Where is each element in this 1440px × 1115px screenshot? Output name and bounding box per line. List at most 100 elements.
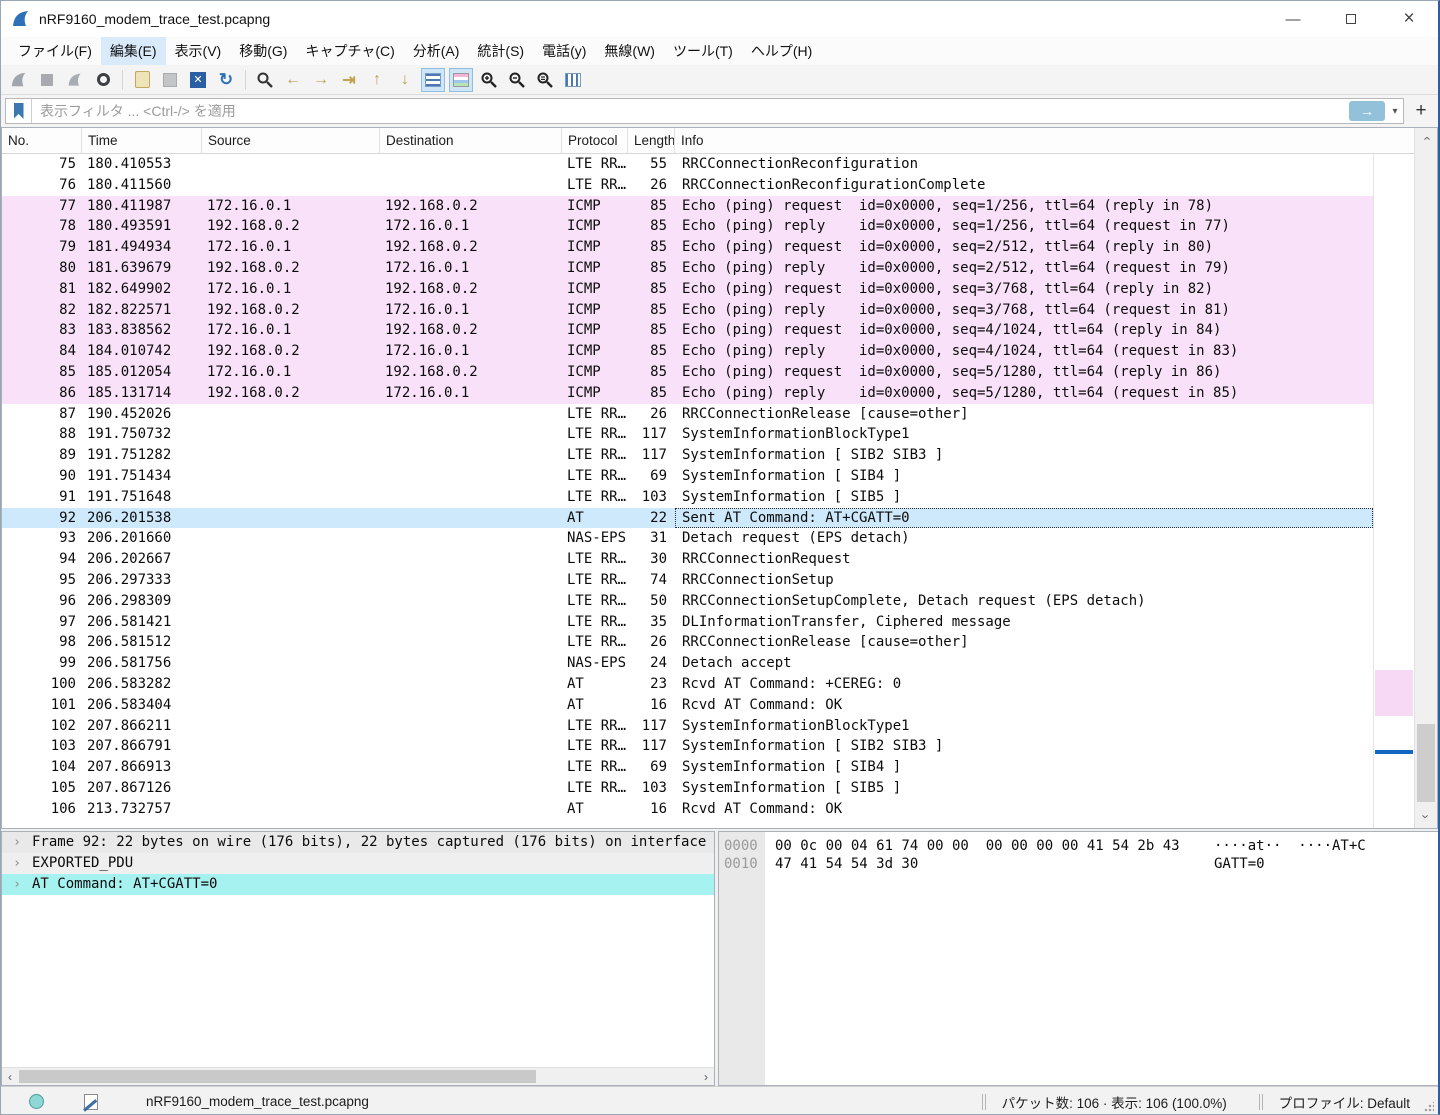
- menu-item[interactable]: 分析(A): [404, 37, 469, 65]
- packet-row[interactable]: 75180.410553 LTE RR…55RRCConnectionRecon…: [2, 154, 1373, 175]
- packet-row[interactable]: 90191.751434 LTE RR…69SystemInformation …: [2, 466, 1373, 487]
- menu-item[interactable]: ツール(T): [664, 37, 742, 65]
- menu-item[interactable]: 移動(G): [230, 37, 296, 65]
- menu-item[interactable]: ファイル(F): [9, 37, 101, 65]
- display-filter-input[interactable]: [32, 103, 1349, 119]
- stop-capture-icon[interactable]: [35, 68, 59, 92]
- menu-item[interactable]: 統計(S): [468, 37, 533, 65]
- packet-row[interactable]: 103207.866791 LTE RR…117SystemInformatio…: [2, 736, 1373, 757]
- go-forward-icon[interactable]: →: [309, 68, 333, 92]
- packet-row[interactable]: 80181.639679192.168.0.2172.16.0.1 ICMP85…: [2, 258, 1373, 279]
- packet-row[interactable]: 101206.583404 AT16Rcvd AT Command: OK: [2, 695, 1373, 716]
- auto-scroll-icon[interactable]: [421, 68, 445, 92]
- zoom-in-icon[interactable]: [477, 68, 501, 92]
- menu-item[interactable]: 電話(y): [533, 37, 595, 65]
- packet-row[interactable]: 84184.010742192.168.0.2172.16.0.1 ICMP85…: [2, 341, 1373, 362]
- packet-row[interactable]: 86185.131714192.168.0.2172.16.0.1 ICMP85…: [2, 383, 1373, 404]
- menu-item[interactable]: 編集(E): [101, 37, 166, 65]
- packet-row[interactable]: 98206.581512 LTE RR…26RRCConnectionRelea…: [2, 632, 1373, 653]
- column-header-destination[interactable]: Destination: [380, 128, 562, 153]
- close-button[interactable]: ×: [1380, 1, 1438, 37]
- column-header-length[interactable]: Length: [628, 128, 675, 153]
- expander-chevron-icon[interactable]: ›: [2, 832, 32, 853]
- column-header-info[interactable]: Info: [675, 128, 1414, 153]
- expander-chevron-icon[interactable]: ›: [2, 874, 32, 895]
- packet-row[interactable]: 77180.411987172.16.0.1192.168.0.2 ICMP85…: [2, 196, 1373, 217]
- minimize-button[interactable]: —: [1264, 1, 1322, 37]
- packet-row[interactable]: 78180.493591192.168.0.2172.16.0.1 ICMP85…: [2, 216, 1373, 237]
- menu-item[interactable]: 無線(W): [595, 37, 664, 65]
- restart-capture-icon[interactable]: [63, 68, 87, 92]
- packet-row[interactable]: 104207.866913 LTE RR…69SystemInformation…: [2, 757, 1373, 778]
- packet-row[interactable]: 79181.494934172.16.0.1192.168.0.2 ICMP85…: [2, 237, 1373, 258]
- packet-bytes-pane[interactable]: 000000 0c 00 04 61 74 00 00 00 00 00 00 …: [718, 831, 1439, 1086]
- packet-row[interactable]: 100206.583282 AT23Rcvd AT Command: +CERE…: [2, 674, 1373, 695]
- packet-row[interactable]: 99206.581756 NAS-EPS24Detach accept: [2, 653, 1373, 674]
- zoom-reset-icon[interactable]: [533, 68, 557, 92]
- packet-row[interactable]: 93206.201660 NAS-EPS31Detach request (EP…: [2, 528, 1373, 549]
- capture-options-icon[interactable]: [91, 68, 115, 92]
- profile-text[interactable]: プロファイル: Default: [1279, 1092, 1410, 1112]
- packet-row[interactable]: 88191.750732 LTE RR…117SystemInformation…: [2, 424, 1373, 445]
- colorize-icon[interactable]: [449, 68, 473, 92]
- save-file-icon[interactable]: [158, 68, 182, 92]
- expert-info-icon[interactable]: [29, 1094, 44, 1109]
- apply-filter-button[interactable]: →: [1349, 101, 1385, 121]
- packet-row[interactable]: 94206.202667 LTE RR…30RRCConnectionReque…: [2, 549, 1373, 570]
- packet-row[interactable]: 95206.297333 LTE RR…74RRCConnectionSetup: [2, 570, 1373, 591]
- packet-row[interactable]: 76180.411560 LTE RR…26RRCConnectionRecon…: [2, 175, 1373, 196]
- packet-row[interactable]: 96206.298309 LTE RR…50RRCConnectionSetup…: [2, 591, 1373, 612]
- go-to-packet-icon[interactable]: ⇥: [337, 68, 361, 92]
- packet-row[interactable]: 102207.866211 LTE RR…117SystemInformatio…: [2, 716, 1373, 737]
- expander-chevron-icon[interactable]: ›: [2, 853, 32, 874]
- menu-item[interactable]: キャプチャ(C): [296, 37, 403, 65]
- details-hscrollbar[interactable]: ‹ ›: [2, 1067, 714, 1085]
- scroll-down-arrow-icon[interactable]: ›: [1415, 806, 1437, 826]
- detail-tree-line[interactable]: ›EXPORTED_PDU: [2, 853, 714, 874]
- column-header-no[interactable]: No.: [2, 128, 82, 153]
- zoom-out-icon[interactable]: [505, 68, 529, 92]
- hex-row[interactable]: 000000 0c 00 04 61 74 00 00 00 00 00 00 …: [719, 837, 1438, 855]
- go-back-icon[interactable]: ←: [281, 68, 305, 92]
- find-packet-icon[interactable]: [253, 68, 277, 92]
- vscrollbar-thumb[interactable]: [1417, 724, 1435, 802]
- column-header-protocol[interactable]: Protocol: [562, 128, 628, 153]
- detail-tree-line[interactable]: ›Frame 92: 22 bytes on wire (176 bits), …: [2, 832, 714, 853]
- go-first-packet-icon[interactable]: ↑: [365, 68, 389, 92]
- filter-dropdown-caret[interactable]: ▾: [1387, 106, 1403, 117]
- go-last-packet-icon[interactable]: ↓: [393, 68, 417, 92]
- column-header-source[interactable]: Source: [202, 128, 380, 153]
- close-file-icon[interactable]: ✕: [186, 68, 210, 92]
- packet-row[interactable]: 82182.822571192.168.0.2172.16.0.1 ICMP85…: [2, 300, 1373, 321]
- maximize-button[interactable]: [1322, 1, 1380, 37]
- column-header-time[interactable]: Time: [82, 128, 202, 153]
- packet-row[interactable]: 89191.751282 LTE RR…117SystemInformation…: [2, 445, 1373, 466]
- resize-grip[interactable]: [1424, 1102, 1434, 1112]
- packet-list-vscrollbar[interactable]: › ›: [1414, 128, 1437, 828]
- start-capture-icon[interactable]: [7, 68, 31, 92]
- reload-file-icon[interactable]: ↻: [214, 68, 238, 92]
- add-filter-button[interactable]: +: [1408, 98, 1434, 124]
- packet-row[interactable]: 91191.751648 LTE RR…103SystemInformation…: [2, 487, 1373, 508]
- packet-minimap[interactable]: [1373, 154, 1414, 828]
- packet-row[interactable]: 87190.452026 LTE RR…26RRCConnectionRelea…: [2, 404, 1373, 425]
- scroll-left-arrow-icon[interactable]: ‹: [2, 1068, 18, 1085]
- packet-row[interactable]: 81182.649902172.16.0.1192.168.0.2 ICMP85…: [2, 279, 1373, 300]
- scroll-right-arrow-icon[interactable]: ›: [698, 1068, 714, 1085]
- menu-item[interactable]: ヘルプ(H): [742, 37, 821, 65]
- open-file-icon[interactable]: [130, 68, 154, 92]
- hscrollbar-thumb[interactable]: [19, 1070, 536, 1083]
- packet-row[interactable]: 97206.581421 LTE RR…35DLInformationTrans…: [2, 612, 1373, 633]
- resize-columns-icon[interactable]: [561, 68, 585, 92]
- menu-item[interactable]: 表示(V): [166, 37, 231, 65]
- filter-bookmark-button[interactable]: [6, 99, 32, 123]
- scroll-up-arrow-icon[interactable]: ›: [1415, 128, 1437, 148]
- packet-row[interactable]: 106213.732757 AT16Rcvd AT Command: OK: [2, 799, 1373, 820]
- hex-row[interactable]: 001047 41 54 54 3d 30GATT=0: [719, 855, 1438, 873]
- packet-row[interactable]: 92206.201538 AT22Sent AT Command: AT+CGA…: [2, 508, 1373, 529]
- packet-row[interactable]: 105207.867126 LTE RR…103SystemInformatio…: [2, 778, 1373, 799]
- packet-row[interactable]: 85185.012054172.16.0.1192.168.0.2 ICMP85…: [2, 362, 1373, 383]
- detail-tree-line[interactable]: ›AT Command: AT+CGATT=0: [2, 874, 714, 895]
- capture-comment-icon[interactable]: [84, 1094, 98, 1110]
- packet-row[interactable]: 83183.838562172.16.0.1192.168.0.2 ICMP85…: [2, 320, 1373, 341]
